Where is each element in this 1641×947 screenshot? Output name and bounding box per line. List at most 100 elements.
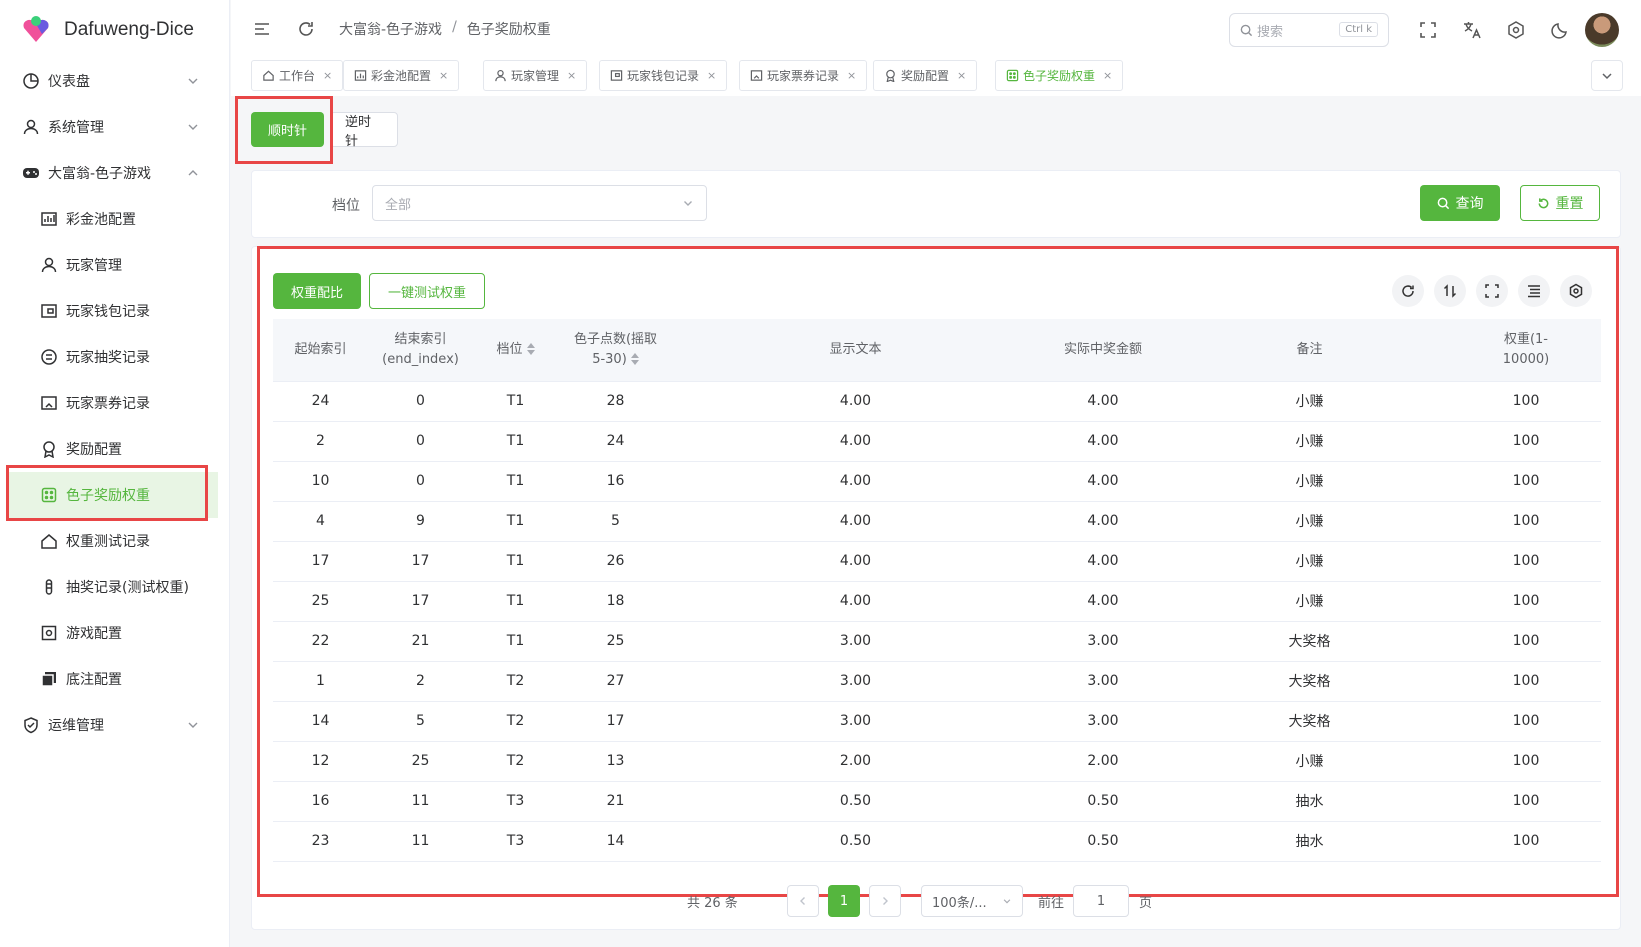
sidebar-item-dice-reward-weight[interactable]: 色子奖励权重 xyxy=(8,472,218,518)
cell-display-text: 2.00 xyxy=(673,741,1038,782)
cell-dice-points: 14 xyxy=(558,821,673,862)
prev-page-icon[interactable] xyxy=(787,885,819,917)
sidebar-item-label: 玩家钱包记录 xyxy=(66,304,150,320)
chevron-down-icon xyxy=(186,718,200,732)
cell-start-index: 16 xyxy=(273,781,368,822)
cell-display-text: 0.50 xyxy=(673,781,1038,822)
cell-tier: T1 xyxy=(473,541,558,582)
tab-workbench[interactable]: 工作台 × xyxy=(251,60,344,91)
sidebar-item-dashboard[interactable]: 仪表盘 xyxy=(0,58,230,104)
header-label: 结束索引 (end_index) xyxy=(382,331,459,367)
sidebar-item-jackpot-config[interactable]: 彩金池配置 xyxy=(0,196,230,242)
pagination: 共 26 条 1 100条/... 前往 1 页 xyxy=(251,885,1621,921)
close-icon[interactable]: × xyxy=(567,69,576,82)
sidebar-item-draw-test-record[interactable]: 抽奖记录(测试权重) xyxy=(0,564,230,610)
cell-tier: T1 xyxy=(473,381,558,422)
chevron-down-icon xyxy=(186,120,200,134)
breadcrumb-item[interactable]: 大富翁-色子游戏 xyxy=(339,19,442,39)
close-icon[interactable]: × xyxy=(847,69,856,82)
col-actual-amount: 实际中奖金额 xyxy=(1038,319,1168,382)
sidebar-item-label: 运维管理 xyxy=(48,718,104,734)
reset-label: 重置 xyxy=(1555,196,1584,212)
query-button[interactable]: 查询 xyxy=(1420,185,1500,221)
cell-dice-points: 25 xyxy=(558,621,673,662)
sidebar-item-draw-record[interactable]: 玩家抽奖记录 xyxy=(0,334,230,380)
page-size-select[interactable]: 100条/... xyxy=(921,885,1023,917)
cell-end-index: 17 xyxy=(368,541,473,582)
settings-icon[interactable] xyxy=(1560,275,1592,307)
sidebar-item-ops[interactable]: 运维管理 xyxy=(0,702,230,748)
cell-display-text: 4.00 xyxy=(673,381,1038,422)
sidebar-item-wallet-record[interactable]: 玩家钱包记录 xyxy=(0,288,230,334)
sidebar-item-system[interactable]: 系统管理 xyxy=(0,104,230,150)
goto-page-input[interactable]: 1 xyxy=(1073,885,1129,917)
next-page-icon[interactable] xyxy=(869,885,901,917)
cell-remark: 大奖格 xyxy=(1168,701,1451,742)
close-icon[interactable]: × xyxy=(439,69,448,82)
sidebar-item-reward-config[interactable]: 奖励配置 xyxy=(0,426,230,472)
tab-menu-chevron-icon[interactable] xyxy=(1591,60,1623,91)
refresh-icon[interactable] xyxy=(295,18,317,40)
close-icon[interactable]: × xyxy=(957,69,966,82)
col-dice-points[interactable]: 色子点数(摇取 5-30) xyxy=(558,319,673,382)
search-box[interactable]: 搜索 Ctrl k xyxy=(1229,13,1389,47)
dice-icon xyxy=(40,486,58,504)
menu-toggle-icon[interactable] xyxy=(251,18,273,40)
cell-remark: 小赚 xyxy=(1168,421,1451,462)
sidebar-item-dice-game[interactable]: 大富翁-色子游戏 xyxy=(0,150,230,196)
sort-icon[interactable] xyxy=(630,352,639,366)
chevron-down-icon xyxy=(1002,896,1012,906)
translate-icon[interactable] xyxy=(1461,19,1483,41)
tab-jackpot-config[interactable]: 彩金池配置 × xyxy=(343,60,460,91)
sort-icon[interactable] xyxy=(526,342,535,356)
clockwise-button[interactable]: 顺时针 xyxy=(251,112,324,147)
tab-wallet-record[interactable]: 玩家钱包记录 × xyxy=(599,60,728,91)
tab-dice-reward-weight[interactable]: 色子奖励权重 × xyxy=(995,60,1124,91)
tab-ticket-record[interactable]: 玩家票券记录 × xyxy=(739,60,868,91)
goto-label: 前往 xyxy=(1038,895,1065,911)
sidebar-item-player-mgmt[interactable]: 玩家管理 xyxy=(0,242,230,288)
table-row: 17 17 T1 26 4.00 4.00 小赚 100 xyxy=(273,541,1601,582)
sidebar-item-label: 彩金池配置 xyxy=(66,212,136,228)
cell-display-text: 3.00 xyxy=(673,701,1038,742)
col-weight: 权重(1- 10000) xyxy=(1451,319,1601,382)
sidebar-item-ticket-record[interactable]: 玩家票券记录 xyxy=(0,380,230,426)
fullscreen-icon[interactable] xyxy=(1476,275,1508,307)
close-icon[interactable]: × xyxy=(707,69,716,82)
refresh-icon[interactable] xyxy=(1392,275,1424,307)
cell-display-text: 4.00 xyxy=(673,541,1038,582)
cell-actual-amount: 2.00 xyxy=(1038,741,1168,782)
sidebar-item-base-bet-config[interactable]: 底注配置 xyxy=(0,656,230,702)
app-logo[interactable]: Dafuweng-Dice xyxy=(20,12,194,48)
sidebar-item-weight-test-record[interactable]: 权重测试记录 xyxy=(0,518,230,564)
col-tier[interactable]: 档位 xyxy=(473,319,558,382)
test-weight-button[interactable]: 一键测试权重 xyxy=(369,273,485,309)
settings-icon[interactable] xyxy=(1505,19,1527,41)
cell-tier: T1 xyxy=(473,421,558,462)
home-icon xyxy=(40,532,58,550)
cell-actual-amount: 3.00 xyxy=(1038,621,1168,662)
fullscreen-icon[interactable] xyxy=(1417,19,1439,41)
sidebar-item-game-config[interactable]: 游戏配置 xyxy=(0,610,230,656)
density-icon[interactable] xyxy=(1518,275,1550,307)
weight-ratio-button[interactable]: 权重配比 xyxy=(273,273,361,309)
close-icon[interactable]: × xyxy=(1103,69,1112,82)
ticket-icon xyxy=(40,394,58,412)
tier-select[interactable]: 全部 xyxy=(372,185,707,221)
gamepad-icon xyxy=(22,164,40,182)
close-icon[interactable]: × xyxy=(323,69,332,82)
tab-player-mgmt[interactable]: 玩家管理 × xyxy=(483,60,588,91)
cell-end-index: 25 xyxy=(368,741,473,782)
cell-end-index: 5 xyxy=(368,701,473,742)
counterclockwise-button[interactable]: 逆时针 xyxy=(330,112,398,149)
tier-select-value: 全部 xyxy=(385,197,412,213)
tab-label: 工作台 xyxy=(279,69,316,83)
avatar[interactable] xyxy=(1585,13,1619,47)
sidebar-item-label: 玩家管理 xyxy=(66,258,122,274)
reset-button[interactable]: 重置 xyxy=(1520,185,1600,221)
sort-icon[interactable] xyxy=(1434,275,1466,307)
tab-reward-config[interactable]: 奖励配置 × xyxy=(873,60,978,91)
page-number-current[interactable]: 1 xyxy=(828,885,860,917)
dark-mode-icon[interactable] xyxy=(1549,19,1571,41)
cell-weight: 100 xyxy=(1451,741,1601,782)
